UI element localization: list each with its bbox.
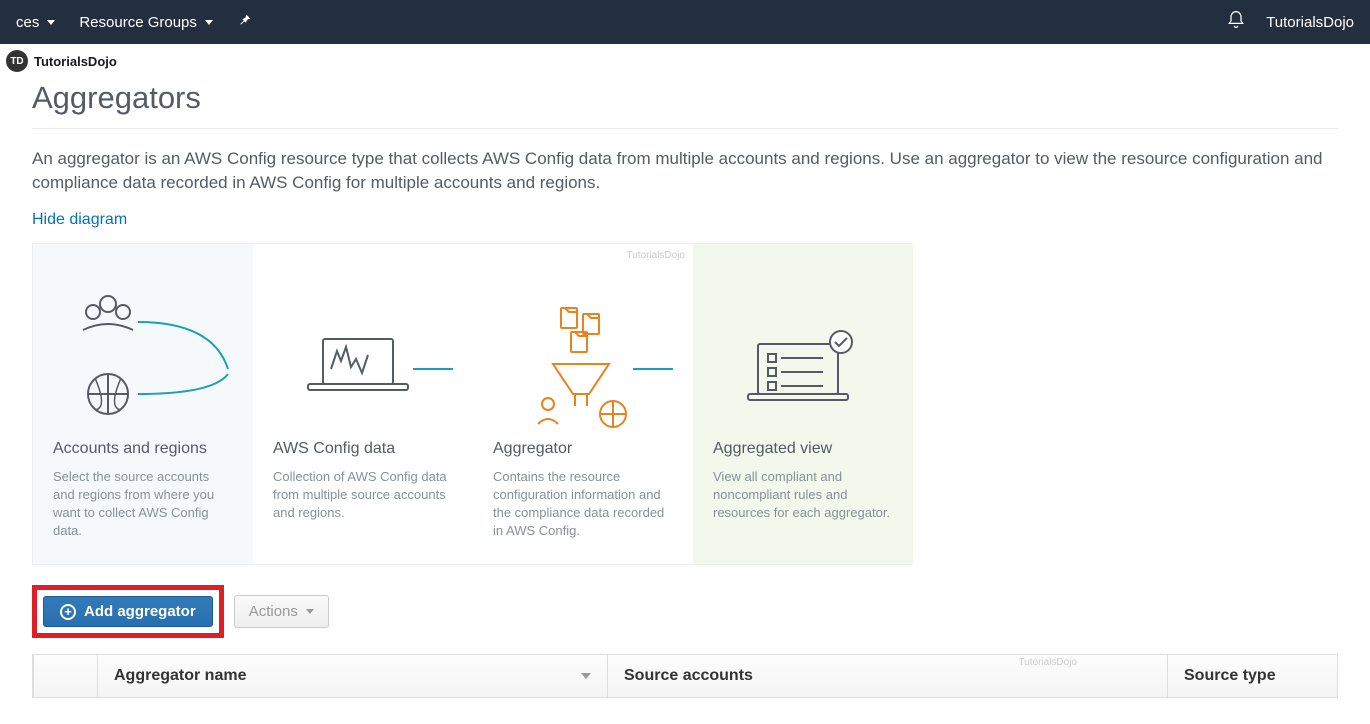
aggregated-view-icon	[713, 284, 893, 434]
add-aggregator-button[interactable]: + Add aggregator	[43, 596, 213, 627]
top-nav: ces Resource Groups TutorialsDojo	[0, 0, 1370, 44]
services-label: ces	[16, 14, 39, 31]
column-select-all[interactable]	[33, 655, 97, 697]
actions-button[interactable]: Actions	[234, 595, 329, 628]
diagram-panel-aggregator: TutorialsDojo	[473, 244, 693, 565]
button-row: + Add aggregator Actions	[32, 581, 1338, 654]
column-name-label: Aggregator name	[114, 667, 246, 685]
notifications-button[interactable]	[1226, 10, 1246, 34]
hide-diagram-link[interactable]: Hide diagram	[32, 211, 127, 229]
plus-circle-icon: +	[60, 604, 76, 620]
accounts-regions-icon	[53, 284, 233, 434]
pin-icon	[237, 12, 253, 32]
diagram: Accounts and regions Select the source a…	[32, 243, 912, 566]
column-source-type[interactable]: Source type	[1167, 655, 1337, 697]
table-header: TutorialsDojo Aggregator name Source acc…	[32, 654, 1338, 698]
chevron-down-icon	[205, 20, 213, 25]
intro-text: An aggregator is an AWS Config resource …	[32, 147, 1338, 195]
account-menu[interactable]: TutorialsDojo	[1266, 14, 1354, 31]
panel-desc: View all compliant and noncompliant rule…	[713, 468, 893, 523]
bell-icon	[1226, 10, 1246, 34]
panel-title: AWS Config data	[273, 440, 453, 458]
diagram-panel-aggregated-view: Aggregated view View all compliant and n…	[693, 244, 913, 565]
highlight-box: + Add aggregator	[32, 585, 224, 638]
diagram-panel-accounts: Accounts and regions Select the source a…	[33, 244, 253, 565]
services-menu[interactable]: ces	[16, 14, 55, 31]
table-watermark: TutorialsDojo	[1018, 657, 1077, 668]
divider	[32, 128, 1338, 129]
column-source-type-label: Source type	[1184, 667, 1276, 685]
page-title: Aggregators	[32, 76, 1338, 128]
panel-title: Accounts and regions	[53, 440, 233, 458]
chevron-down-icon	[47, 20, 55, 25]
pin-shortcut-button[interactable]	[237, 12, 253, 32]
resource-groups-label: Resource Groups	[79, 14, 197, 31]
diagram-panel-config-data: AWS Config data Collection of AWS Config…	[253, 244, 473, 565]
watermark: TD TutorialsDojo	[0, 44, 1370, 76]
watermark-text: TutorialsDojo	[34, 54, 117, 69]
panel-desc: Contains the resource configuration info…	[493, 468, 673, 541]
account-label: TutorialsDojo	[1266, 14, 1354, 31]
panel-desc: Collection of AWS Config data from multi…	[273, 468, 453, 523]
panel-desc: Select the source accounts and regions f…	[53, 468, 233, 541]
column-source-accounts-label: Source accounts	[624, 667, 753, 685]
column-aggregator-name[interactable]: Aggregator name	[97, 655, 607, 697]
config-data-icon	[273, 284, 453, 434]
chevron-down-icon	[306, 609, 314, 614]
panel-title: Aggregated view	[713, 440, 893, 458]
resource-groups-menu[interactable]: Resource Groups	[79, 14, 213, 31]
aggregator-icon	[493, 284, 673, 434]
actions-label: Actions	[249, 603, 298, 620]
watermark-badge: TD	[6, 50, 28, 72]
sort-desc-icon	[581, 673, 591, 679]
add-aggregator-label: Add aggregator	[84, 603, 196, 620]
diagram-watermark: TutorialsDojo	[626, 250, 685, 261]
column-source-accounts[interactable]: Source accounts	[607, 655, 1167, 697]
panel-title: Aggregator	[493, 440, 673, 458]
